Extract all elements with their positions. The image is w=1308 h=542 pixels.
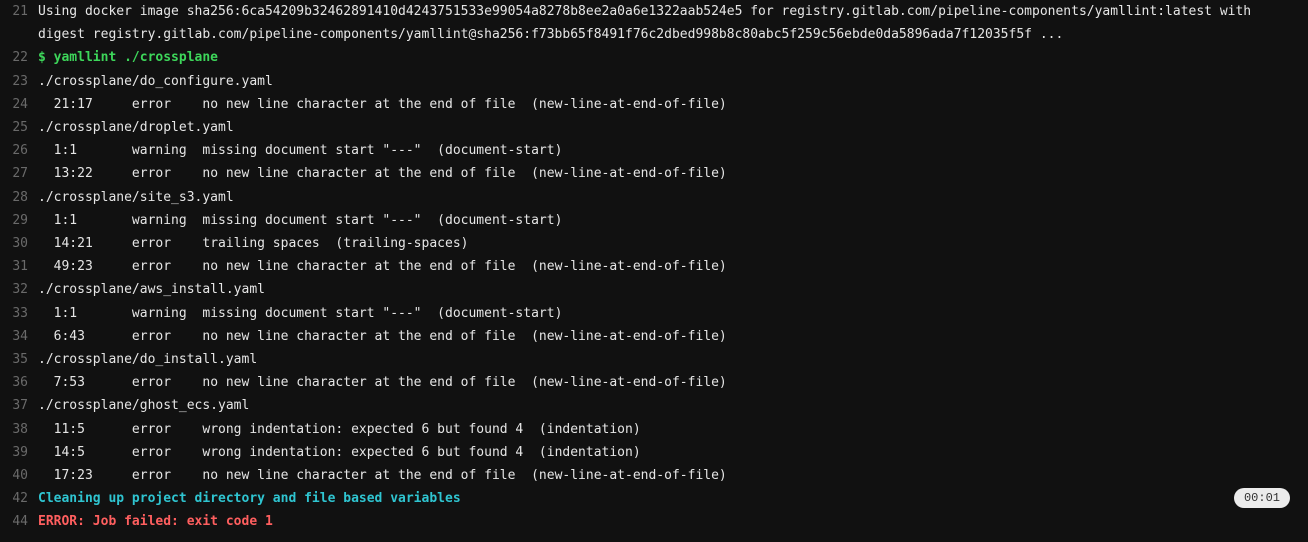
- line-number[interactable]: 44: [0, 510, 38, 533]
- log-line[interactable]: 34 6:43 error no new line character at t…: [0, 325, 1296, 348]
- log-line[interactable]: 29 1:1 warning missing document start "-…: [0, 209, 1296, 232]
- log-text: 1:1 warning missing document start "---"…: [38, 139, 1296, 162]
- line-number[interactable]: 23: [0, 70, 38, 93]
- log-line[interactable]: 33 1:1 warning missing document start "-…: [0, 302, 1296, 325]
- line-number[interactable]: 31: [0, 255, 38, 278]
- log-text: 21:17 error no new line character at the…: [38, 93, 1296, 116]
- log-text: ./crossplane/droplet.yaml: [38, 116, 1296, 139]
- log-line[interactable]: 38 11:5 error wrong indentation: expecte…: [0, 418, 1296, 441]
- log-text: Cleaning up project directory and file b…: [38, 487, 1296, 510]
- log-line[interactable]: 37./crossplane/ghost_ecs.yaml: [0, 394, 1296, 417]
- log-text: 6:43 error no new line character at the …: [38, 325, 1296, 348]
- line-number[interactable]: 33: [0, 302, 38, 325]
- log-line[interactable]: 28./crossplane/site_s3.yaml: [0, 186, 1296, 209]
- line-number[interactable]: 21: [0, 0, 38, 23]
- line-number[interactable]: 36: [0, 371, 38, 394]
- log-line[interactable]: 35./crossplane/do_install.yaml: [0, 348, 1296, 371]
- line-number[interactable]: 25: [0, 116, 38, 139]
- log-text: ./crossplane/do_install.yaml: [38, 348, 1296, 371]
- line-number[interactable]: 39: [0, 441, 38, 464]
- log-text: ./crossplane/do_configure.yaml: [38, 70, 1296, 93]
- log-text: 49:23 error no new line character at the…: [38, 255, 1296, 278]
- line-number[interactable]: 26: [0, 139, 38, 162]
- log-text: ./crossplane/ghost_ecs.yaml: [38, 394, 1296, 417]
- log-text: ERROR: Job failed: exit code 1: [38, 510, 1296, 533]
- log-line[interactable]: 24 21:17 error no new line character at …: [0, 93, 1296, 116]
- line-number[interactable]: 32: [0, 278, 38, 301]
- line-number[interactable]: 37: [0, 394, 38, 417]
- log-text: ./crossplane/aws_install.yaml: [38, 278, 1296, 301]
- log-text: 17:23 error no new line character at the…: [38, 464, 1296, 487]
- line-number[interactable]: 30: [0, 232, 38, 255]
- log-line[interactable]: 27 13:22 error no new line character at …: [0, 162, 1296, 185]
- line-number[interactable]: 22: [0, 46, 38, 69]
- log-line[interactable]: 32./crossplane/aws_install.yaml: [0, 278, 1296, 301]
- log-line[interactable]: 31 49:23 error no new line character at …: [0, 255, 1296, 278]
- log-text: 14:5 error wrong indentation: expected 6…: [38, 441, 1296, 464]
- log-text: 13:22 error no new line character at the…: [38, 162, 1296, 185]
- log-line[interactable]: 36 7:53 error no new line character at t…: [0, 371, 1296, 394]
- log-line[interactable]: 40 17:23 error no new line character at …: [0, 464, 1296, 487]
- line-number[interactable]: 29: [0, 209, 38, 232]
- log-text: 1:1 warning missing document start "---"…: [38, 209, 1296, 232]
- line-number[interactable]: 28: [0, 186, 38, 209]
- line-number[interactable]: 40: [0, 464, 38, 487]
- log-line[interactable]: 25./crossplane/droplet.yaml: [0, 116, 1296, 139]
- section-duration-badge: 00:01: [1234, 488, 1290, 508]
- log-line[interactable]: 22$ yamllint ./crossplane: [0, 46, 1296, 69]
- log-text: 7:53 error no new line character at the …: [38, 371, 1296, 394]
- log-line[interactable]: 39 14:5 error wrong indentation: expecte…: [0, 441, 1296, 464]
- line-number[interactable]: 35: [0, 348, 38, 371]
- log-line[interactable]: 23./crossplane/do_configure.yaml: [0, 70, 1296, 93]
- log-line[interactable]: 44ERROR: Job failed: exit code 1: [0, 510, 1296, 533]
- log-line[interactable]: 42Cleaning up project directory and file…: [0, 487, 1296, 510]
- log-text: 1:1 warning missing document start "---"…: [38, 302, 1296, 325]
- log-text: $ yamllint ./crossplane: [38, 46, 1296, 69]
- log-line[interactable]: 21Using docker image sha256:6ca54209b324…: [0, 0, 1296, 46]
- log-line[interactable]: 30 14:21 error trailing spaces (trailing…: [0, 232, 1296, 255]
- job-log[interactable]: 21Using docker image sha256:6ca54209b324…: [0, 0, 1308, 542]
- log-line[interactable]: 26 1:1 warning missing document start "-…: [0, 139, 1296, 162]
- log-text: 14:21 error trailing spaces (trailing-sp…: [38, 232, 1296, 255]
- log-text: 11:5 error wrong indentation: expected 6…: [38, 418, 1296, 441]
- line-number[interactable]: 42: [0, 487, 38, 510]
- line-number[interactable]: 27: [0, 162, 38, 185]
- line-number[interactable]: 24: [0, 93, 38, 116]
- line-number[interactable]: 34: [0, 325, 38, 348]
- log-text: ./crossplane/site_s3.yaml: [38, 186, 1296, 209]
- log-text: Using docker image sha256:6ca54209b32462…: [38, 0, 1296, 46]
- line-number[interactable]: 38: [0, 418, 38, 441]
